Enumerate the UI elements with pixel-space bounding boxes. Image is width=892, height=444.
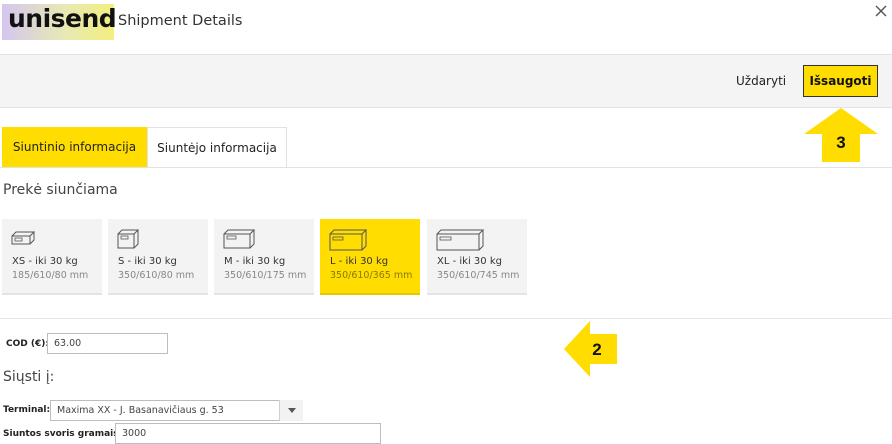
section-title-send-to: Siųsti į: [3, 369, 55, 385]
size-label: L - iki 30 kg [330, 256, 389, 267]
annotation-number-2: 2 [592, 340, 601, 359]
size-dimensions: 350/610/80 mm [118, 270, 195, 281]
size-dimensions: 350/610/745 mm [437, 270, 520, 281]
annotation-number-3: 3 [836, 133, 845, 152]
size-label: M - iki 30 kg [224, 256, 286, 267]
size-label: XS - iki 30 kg [12, 256, 78, 267]
brand-logo: unisend [2, 4, 117, 40]
logo-text: unisend [8, 4, 117, 33]
size-label: XL - iki 30 kg [437, 256, 502, 267]
box-icon [11, 231, 36, 245]
weight-input[interactable]: 3000 [115, 423, 381, 444]
section-title-parcel: Prekė siunčiama [3, 182, 118, 198]
tab-parcel-info[interactable]: Siuntinio informacija [2, 127, 147, 167]
size-option-m[interactable]: M - iki 30 kg 350/610/175 mm [214, 219, 314, 295]
box-icon [329, 229, 368, 251]
size-option-xl[interactable]: XL - iki 30 kg 350/610/745 mm [427, 219, 527, 295]
annotation-arrow-2: 2 [564, 321, 617, 377]
save-button[interactable]: Išsaugoti [803, 65, 878, 97]
tabs-divider [0, 167, 892, 168]
close-button[interactable]: Uždaryti [736, 74, 786, 88]
chevron-down-icon[interactable] [279, 400, 303, 421]
size-option-s[interactable]: S - iki 30 kg 350/610/80 mm [108, 219, 208, 295]
size-dimensions: 185/610/80 mm [12, 270, 89, 281]
size-label: S - iki 30 kg [118, 256, 177, 267]
box-icon [436, 229, 485, 251]
tab-sender-info[interactable]: Siuntėjo informacija [147, 127, 287, 167]
terminal-select[interactable]: Maxima XX - J. Basanavičiaus g. 53 [50, 400, 303, 421]
section-divider [0, 318, 892, 319]
page-title: Shipment Details [118, 13, 243, 29]
size-option-xs[interactable]: XS - iki 30 kg 185/610/80 mm [2, 219, 102, 295]
size-dimensions: 350/610/365 mm [330, 270, 413, 281]
size-dimensions: 350/610/175 mm [224, 270, 307, 281]
box-icon [223, 229, 256, 249]
close-icon[interactable] [872, 2, 890, 20]
weight-label: Siuntos svoris gramais: [3, 429, 123, 439]
cod-label: COD (€): [6, 339, 49, 349]
box-icon [117, 229, 140, 249]
cod-input[interactable]: 63.00 [47, 333, 168, 354]
terminal-label: Terminal: [3, 405, 51, 415]
annotation-arrow-3: 3 [804, 108, 878, 162]
size-option-l[interactable]: L - iki 30 kg 350/610/365 mm [320, 219, 420, 295]
